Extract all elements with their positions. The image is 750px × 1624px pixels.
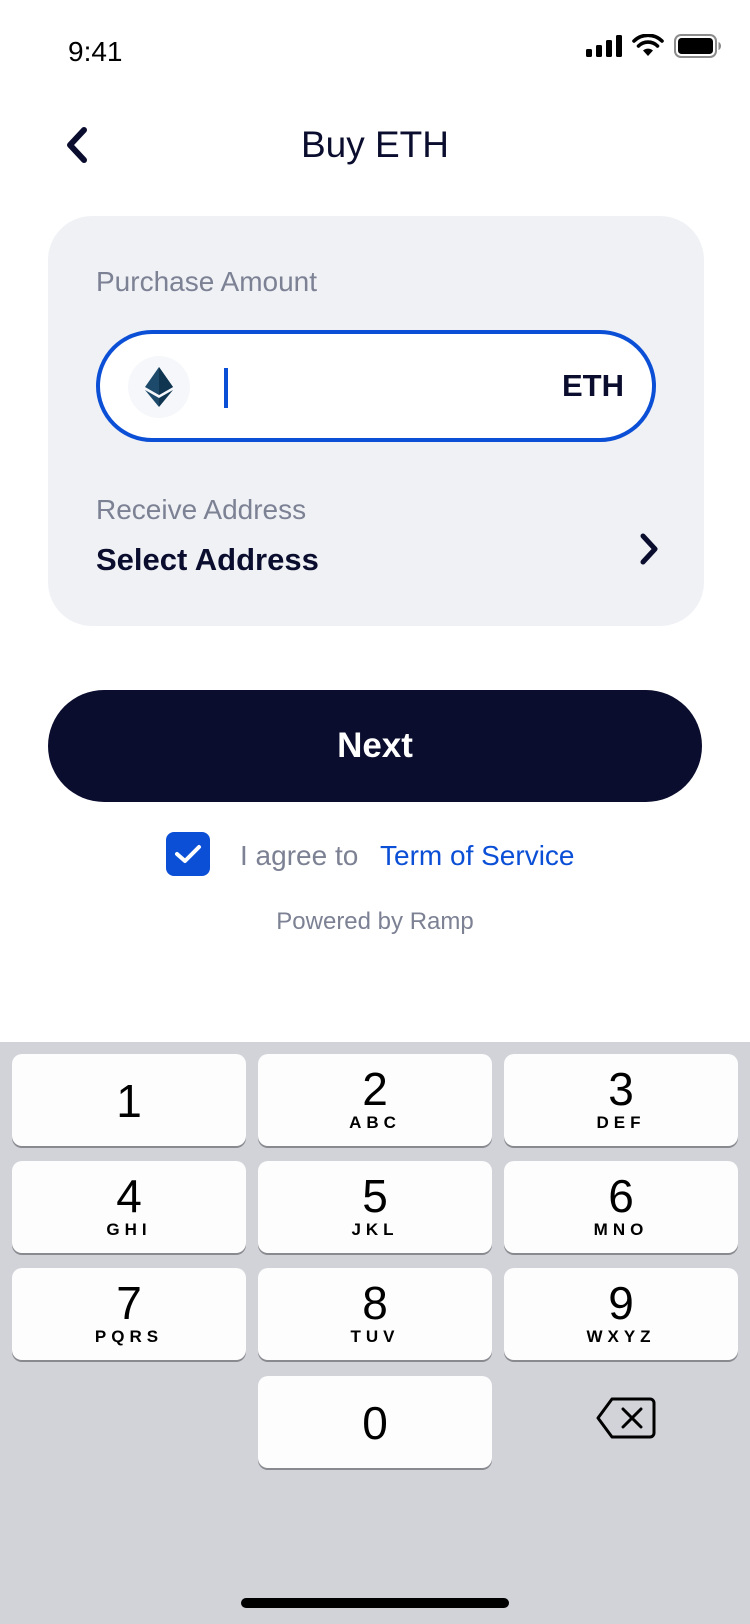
receive-address-label: Receive Address <box>96 494 307 525</box>
key-9[interactable]: 9 WXYZ <box>504 1268 738 1360</box>
agree-text: I agree to <box>240 840 359 871</box>
signal-icon <box>586 35 622 57</box>
status-icons <box>586 34 722 58</box>
chevron-right-icon <box>640 533 658 565</box>
key-6[interactable]: 6 MNO <box>504 1161 738 1253</box>
receive-address-row[interactable]: Receive Address Select Address <box>48 486 704 596</box>
numeric-keypad: 1 2 ABC 3 DEF 4 GHI 5 JKL 6 MNO 7 PQRS 8… <box>0 1042 750 1624</box>
battery-icon <box>674 34 721 58</box>
key-0[interactable]: 0 <box>258 1376 492 1468</box>
purchase-amount-field[interactable]: ETH <box>96 330 656 442</box>
home-indicator <box>241 1598 509 1608</box>
key-1[interactable]: 1 <box>12 1054 246 1146</box>
status-bar: 9:41 <box>0 0 750 90</box>
backspace-icon[interactable] <box>596 1396 656 1440</box>
key-8[interactable]: 8 TUV <box>258 1268 492 1360</box>
key-letters: GHI <box>106 1220 152 1239</box>
key-letters: TUV <box>350 1327 400 1346</box>
next-button[interactable]: Next <box>48 690 702 802</box>
key-number: 7 <box>116 1277 142 1329</box>
key-2[interactable]: 2 ABC <box>258 1054 492 1146</box>
key-3[interactable]: 3 DEF <box>504 1054 738 1146</box>
agree-checkbox[interactable] <box>166 832 210 876</box>
status-time: 9:41 <box>68 36 123 67</box>
key-number: 1 <box>116 1075 142 1127</box>
key-7[interactable]: 7 PQRS <box>12 1268 246 1360</box>
key-letters: JKL <box>351 1220 399 1239</box>
key-number: 9 <box>608 1277 634 1329</box>
agreement-row: I agree to Term of Service <box>0 832 750 878</box>
key-number: 0 <box>362 1397 388 1449</box>
key-number: 3 <box>608 1063 634 1115</box>
text-caret <box>224 368 228 408</box>
header: Buy ETH <box>0 100 750 190</box>
purchase-card: Purchase Amount ETH Receive Address Sele… <box>48 216 704 626</box>
key-letters: DEF <box>596 1113 646 1132</box>
select-address-text: Select Address <box>96 542 319 577</box>
terms-of-service-link[interactable]: Term of Service <box>380 840 575 872</box>
key-number: 8 <box>362 1277 388 1329</box>
key-number: 2 <box>362 1063 388 1115</box>
key-letters: WXYZ <box>586 1327 656 1346</box>
ethereum-icon <box>128 356 190 418</box>
wifi-icon <box>632 34 664 56</box>
key-letters: ABC <box>349 1113 401 1132</box>
key-letters: MNO <box>593 1220 649 1239</box>
key-letters: PQRS <box>94 1327 164 1346</box>
key-number: 6 <box>608 1170 634 1222</box>
currency-unit-label: ETH <box>562 368 624 403</box>
page-title: Buy ETH <box>300 124 450 165</box>
checkmark-icon <box>175 845 201 863</box>
amount-input[interactable] <box>234 354 534 422</box>
key-number: 4 <box>116 1170 142 1222</box>
purchase-amount-label: Purchase Amount <box>96 266 318 297</box>
key-number: 5 <box>362 1170 388 1222</box>
powered-by-text: Powered by Ramp <box>276 908 474 935</box>
key-4[interactable]: 4 GHI <box>12 1161 246 1253</box>
key-5[interactable]: 5 JKL <box>258 1161 492 1253</box>
